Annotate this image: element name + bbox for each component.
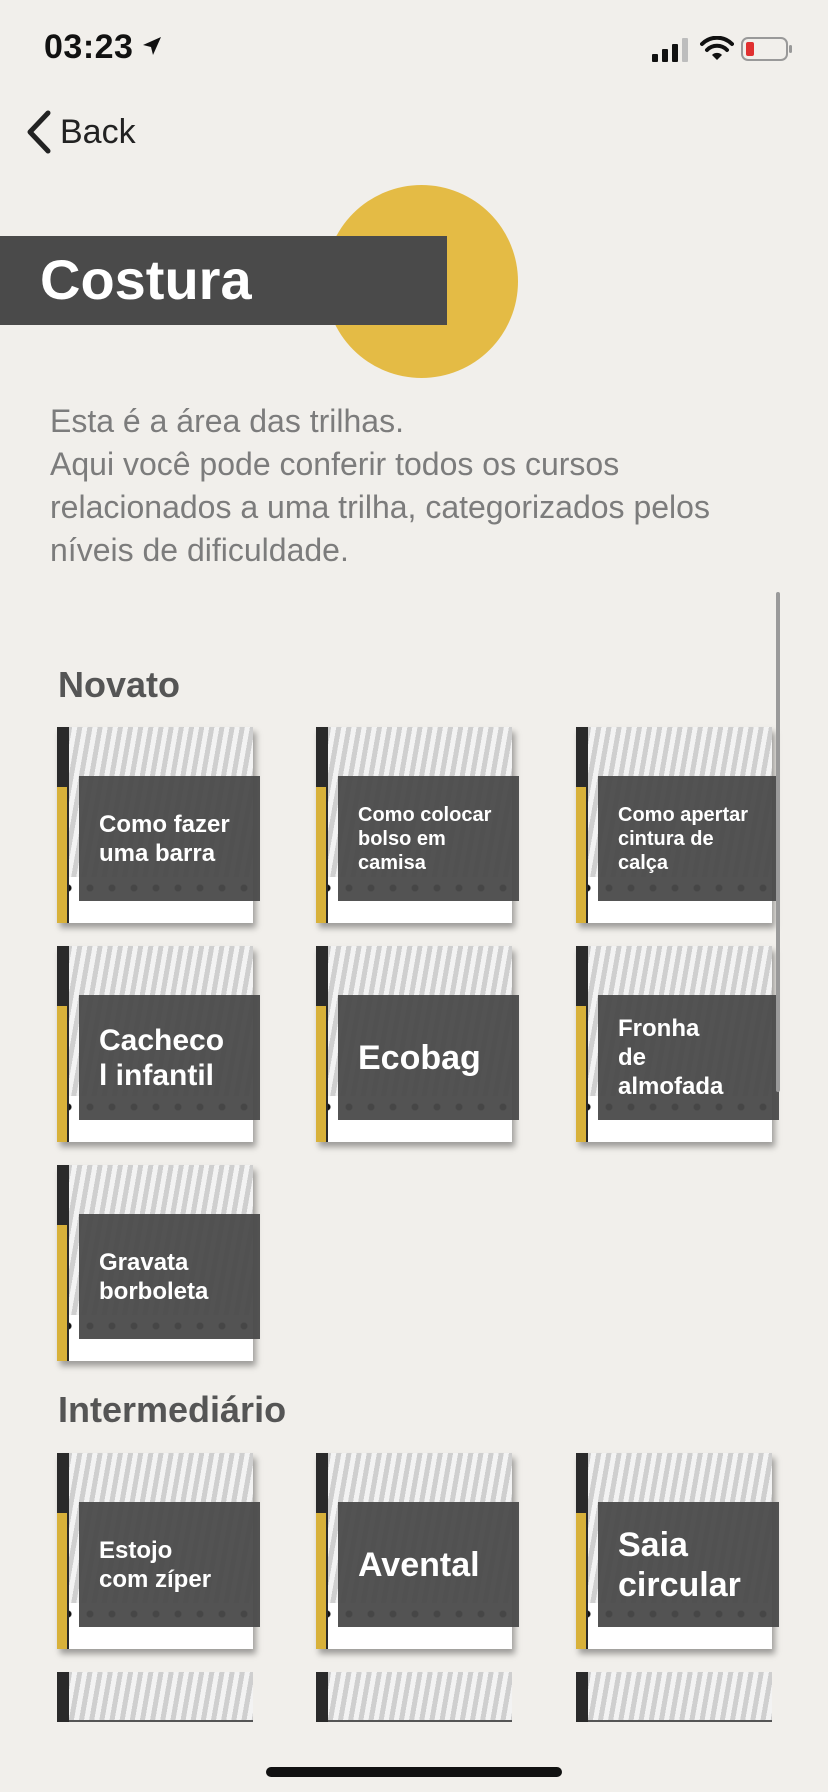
wifi-icon [700, 36, 734, 60]
back-label: Back [60, 112, 136, 151]
course-title: Cacheco l infantil [79, 995, 260, 1120]
course-card[interactable]: Saia circular [576, 1453, 779, 1649]
course-title: Como fazer uma barra [79, 776, 260, 901]
course-card[interactable]: Gravata borboleta [57, 1165, 260, 1361]
section-title-intermediario: Intermediário [58, 1389, 287, 1430]
course-card[interactable]: Ecobag [316, 946, 519, 1142]
course-title: Gravata borboleta [79, 1214, 260, 1339]
scrollbar[interactable] [776, 592, 780, 1092]
course-card[interactable]: Como colocar bolso em camisa [316, 727, 519, 923]
page-description: Esta é a área das trilhas. Aqui você pod… [50, 403, 710, 568]
location-arrow-icon [143, 37, 161, 55]
back-button[interactable]: Back [24, 108, 136, 156]
course-card[interactable]: Fronha de almofada [576, 946, 779, 1142]
course-card[interactable]: Cacheco l infantil [57, 946, 260, 1142]
home-indicator[interactable] [266, 1767, 562, 1777]
course-title: Estojo com zíper [79, 1502, 260, 1627]
course-card-partial[interactable] [57, 1672, 253, 1722]
course-card-partial[interactable] [576, 1672, 772, 1722]
status-time: 03:23 [44, 28, 134, 66]
course-title: Saia circular [598, 1502, 779, 1627]
course-title: Ecobag [338, 995, 519, 1120]
battery-icon [741, 37, 792, 61]
course-card[interactable]: Como fazer uma barra [57, 727, 260, 923]
course-card[interactable]: Estojo com zíper [57, 1453, 260, 1649]
course-title: Avental [338, 1502, 519, 1627]
cellular-signal-icon [652, 38, 688, 62]
course-card[interactable]: Avental [316, 1453, 519, 1649]
course-card[interactable]: Como apertar cintura de calça [576, 727, 779, 923]
course-title: Como colocar bolso em camisa [338, 776, 519, 901]
course-title: Fronha de almofada [598, 995, 779, 1120]
section-title-novato: Novato [58, 664, 181, 705]
course-card-partial[interactable] [316, 1672, 512, 1722]
chevron-left-icon [27, 110, 51, 154]
page-title: Costura [40, 248, 252, 311]
course-title: Como apertar cintura de calça [598, 776, 779, 901]
